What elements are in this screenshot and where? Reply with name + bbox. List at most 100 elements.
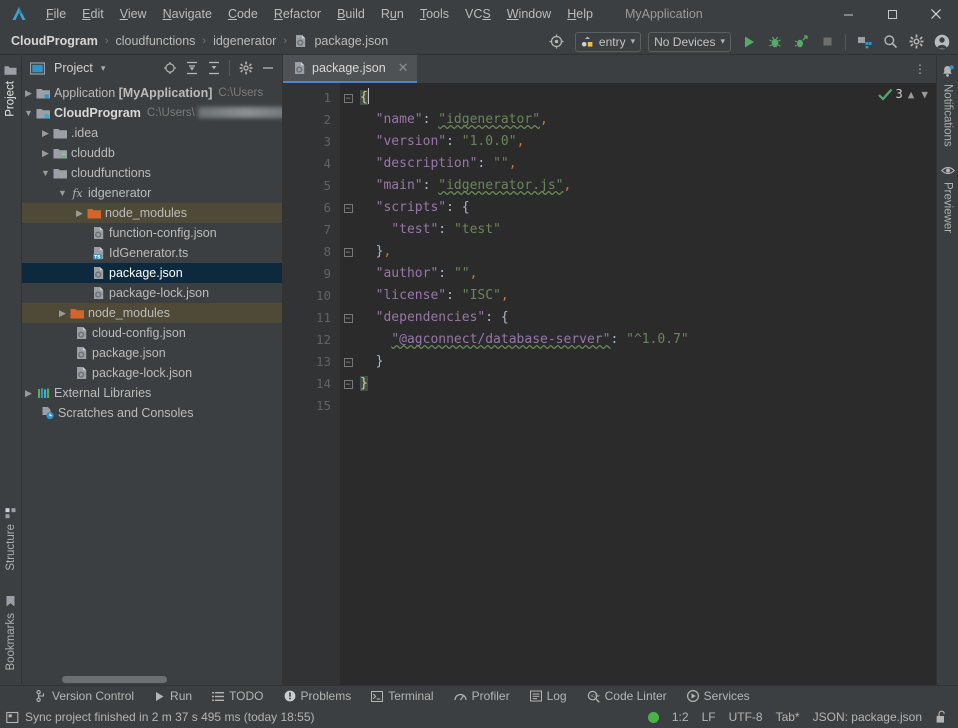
account-icon[interactable] <box>930 31 954 53</box>
chevron-down-icon[interactable]: ▼ <box>22 108 35 118</box>
next-problem-icon[interactable]: ▼ <box>919 88 930 101</box>
minimize-button[interactable] <box>826 0 870 28</box>
stop-button[interactable] <box>815 31 839 53</box>
menu-code[interactable]: Code <box>220 4 266 24</box>
breadcrumb-item-2[interactable]: idgenerator <box>210 33 279 49</box>
menu-navigate[interactable]: Navigate <box>155 4 220 24</box>
chevron-right-icon[interactable]: ▶ <box>22 88 35 99</box>
toolwindow-terminal[interactable]: Terminal <box>361 687 443 705</box>
inspection-widget[interactable]: 3 ▲ ▼ <box>877 87 930 101</box>
tree-row-idea[interactable]: ▶ .idea <box>22 123 282 143</box>
previous-problem-icon[interactable]: ▲ <box>906 88 917 101</box>
fold-region-1[interactable]: − <box>340 87 356 109</box>
breadcrumb-item-1[interactable]: cloudfunctions <box>112 33 198 49</box>
editor-gutter[interactable]: 1 2 3 4 5 6 7 8 9 10 11 12 13 14 15 <box>283 83 340 685</box>
file-encoding[interactable]: UTF-8 <box>729 710 763 724</box>
indent-setting[interactable]: Tab* <box>776 710 800 724</box>
tree-row-clouddb[interactable]: ▶ clouddb <box>22 143 282 163</box>
more-options-icon[interactable]: ⋮ <box>910 58 930 80</box>
tree-row-package-json-selected[interactable]: package.json <box>22 263 282 283</box>
hide-panel-icon[interactable] <box>257 58 278 79</box>
device-manager-icon[interactable] <box>852 31 876 53</box>
toolwindow-code-linter[interactable]: </> Code Linter <box>577 687 677 705</box>
event-log-icon[interactable] <box>6 711 19 724</box>
debug-button[interactable] <box>763 31 787 53</box>
menu-tools[interactable]: Tools <box>412 4 457 24</box>
toolwindow-log[interactable]: Log <box>520 687 577 705</box>
collapse-icon[interactable]: − <box>343 313 353 323</box>
fold-region-14-end[interactable]: − <box>340 373 356 395</box>
search-icon[interactable] <box>878 31 902 53</box>
chevron-right-icon[interactable]: ▶ <box>73 208 86 219</box>
collapse-icon[interactable]: − <box>343 93 353 103</box>
sidebar-item-project[interactable]: Project <box>1 59 20 123</box>
tree-row-cloudfunctions[interactable]: ▼ f cloudfunctions <box>22 163 282 183</box>
collapse-end-icon[interactable]: − <box>343 247 353 257</box>
toolwindow-version-control[interactable]: Version Control <box>26 687 144 705</box>
tree-row-application[interactable]: ▶ Application [MyApplication] C:\Users <box>22 83 282 103</box>
menu-build[interactable]: Build <box>329 4 373 24</box>
project-tree[interactable]: ▶ Application [MyApplication] C:\Users ▼… <box>22 81 282 673</box>
tree-row-scratches-consoles[interactable]: Scratches and Consoles <box>22 403 282 423</box>
toolwindow-services[interactable]: Services <box>677 687 760 705</box>
tree-row-function-config-json[interactable]: function-config.json <box>22 223 282 243</box>
breadcrumb-item-0[interactable]: CloudProgram <box>8 33 101 49</box>
toolwindow-todo[interactable]: TODO <box>202 687 273 705</box>
menu-file[interactable]: File <box>38 4 74 24</box>
fold-region-6[interactable]: − <box>340 197 356 219</box>
tree-row-node-modules-outer[interactable]: ▶ node_modules <box>22 303 282 323</box>
sidebar-item-notifications[interactable]: Notifications <box>938 61 957 151</box>
menu-run[interactable]: Run <box>373 4 412 24</box>
chevron-right-icon[interactable]: ▶ <box>56 308 69 319</box>
maximize-button[interactable] <box>870 0 914 28</box>
collapse-end-icon[interactable]: − <box>343 357 353 367</box>
tree-row-package-lock-json-root[interactable]: package-lock.json <box>22 363 282 383</box>
panel-settings-gear-icon[interactable] <box>235 58 256 79</box>
chevron-down-icon[interactable]: ▼ <box>39 168 52 178</box>
file-type[interactable]: JSON: package.json <box>813 710 922 724</box>
expand-all-icon[interactable] <box>181 58 202 79</box>
chevron-right-icon[interactable]: ▶ <box>22 388 35 399</box>
run-button[interactable] <box>737 31 761 53</box>
tree-row-external-libraries[interactable]: ▶ External Libraries <box>22 383 282 403</box>
project-horizontal-scrollbar[interactable] <box>22 673 282 685</box>
collapse-all-icon[interactable] <box>203 58 224 79</box>
scrollbar-thumb[interactable] <box>62 676 167 683</box>
editor-right-gutter[interactable]: 3 ▲ ▼ <box>877 83 936 685</box>
code-folding-gutter[interactable]: − − − − − − <box>340 83 356 685</box>
menu-help[interactable]: Help <box>559 4 601 24</box>
sidebar-item-previewer[interactable]: Previewer <box>938 161 958 237</box>
fold-region-13-end[interactable]: − <box>340 351 356 373</box>
sidebar-item-structure[interactable]: Structure <box>2 502 20 577</box>
breadcrumb-item-3[interactable]: package.json <box>291 33 391 49</box>
tree-row-idgenerator[interactable]: ▼ fx idgenerator <box>22 183 282 203</box>
menu-window[interactable]: Window <box>499 4 559 24</box>
code-text[interactable]: { "name": "idgenerator", "version": "1.0… <box>356 83 912 685</box>
tree-row-cloud-config-json[interactable]: cloud-config.json <box>22 323 282 343</box>
gear-icon[interactable] <box>904 31 928 53</box>
toolwindow-problems[interactable]: Problems <box>274 687 362 705</box>
collapse-icon[interactable]: − <box>343 203 353 213</box>
menu-edit[interactable]: Edit <box>74 4 112 24</box>
chevron-right-icon[interactable]: ▶ <box>39 148 52 159</box>
tree-row-package-json-root[interactable]: package.json <box>22 343 282 363</box>
target-device-icon[interactable] <box>545 31 569 53</box>
tree-row-node-modules-inner[interactable]: ▶ node_modules <box>22 203 282 223</box>
select-opened-file-icon[interactable] <box>159 58 180 79</box>
chevron-down-icon[interactable]: ▾ <box>101 63 106 74</box>
code-editor[interactable]: 1 2 3 4 5 6 7 8 9 10 11 12 13 14 15 − − … <box>283 83 936 685</box>
sidebar-item-bookmarks[interactable]: Bookmarks <box>2 590 20 677</box>
menu-refactor[interactable]: Refactor <box>266 4 329 24</box>
tree-row-cloudprogram[interactable]: ▼ CloudProgram C:\Users\ <box>22 103 282 123</box>
editor-tab-package-json[interactable]: package.json ✕ <box>283 55 417 83</box>
menu-vcs[interactable]: VCS <box>457 4 499 24</box>
run-configuration-selector[interactable]: entry ▾ <box>574 31 642 52</box>
chevron-down-icon[interactable]: ▼ <box>56 188 69 198</box>
menu-view[interactable]: View <box>112 4 155 24</box>
tree-row-idgenerator-ts[interactable]: TS IdGenerator.ts <box>22 243 282 263</box>
line-separator[interactable]: LF <box>702 710 716 724</box>
inspection-status-indicator[interactable] <box>647 711 659 723</box>
chevron-right-icon[interactable]: ▶ <box>39 128 52 139</box>
tree-row-package-lock-json[interactable]: package-lock.json <box>22 283 282 303</box>
close-button[interactable] <box>914 0 958 28</box>
